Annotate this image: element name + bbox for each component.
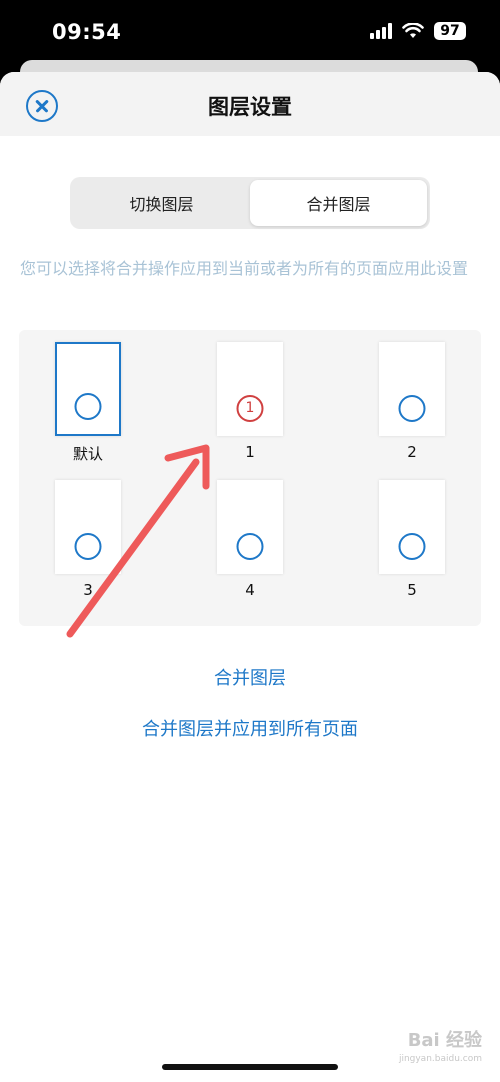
radio-circle-icon bbox=[74, 393, 102, 420]
wifi-icon bbox=[402, 23, 424, 38]
layer-thumbnail bbox=[379, 480, 445, 574]
layer-label: 1 bbox=[245, 443, 255, 461]
status-bar: 09:54 97 bbox=[0, 0, 500, 66]
description-text: 您可以选择将合并操作应用到当前或者为所有的页面应用此设置 bbox=[20, 259, 469, 278]
watermark-url: jingyan.baidu.com bbox=[398, 1054, 482, 1064]
layer-label: 5 bbox=[407, 581, 417, 599]
layer-item-2[interactable]: 2 bbox=[362, 342, 462, 461]
layer-item-5[interactable]: 5 bbox=[362, 480, 462, 599]
page-title: 图层设置 bbox=[208, 95, 292, 119]
layer-thumbnail bbox=[217, 480, 283, 574]
status-time: 09:54 bbox=[52, 20, 122, 44]
layer-settings-sheet: 图层设置 切换图层 合并图层 您可以选择将合并操作应用到当前或者为所有的页面应用… bbox=[0, 72, 500, 1082]
layer-item-3[interactable]: 3 bbox=[38, 480, 138, 599]
sheet-header: 图层设置 bbox=[0, 72, 500, 136]
battery-icon: 97 bbox=[434, 22, 466, 40]
layer-thumbnail bbox=[55, 342, 121, 436]
segmented-control: 切换图层 合并图层 bbox=[70, 177, 430, 229]
layer-label: 4 bbox=[245, 581, 255, 599]
layer-label: 2 bbox=[407, 443, 417, 461]
layer-label: 3 bbox=[83, 581, 93, 599]
layer-grid: 默认 1 1 2 3 4 5 bbox=[19, 330, 481, 626]
layer-label: 默认 bbox=[72, 445, 103, 463]
signal-icon bbox=[370, 23, 392, 39]
radio-circle-icon bbox=[74, 533, 102, 560]
radio-circle-icon bbox=[236, 533, 264, 560]
layer-thumbnail bbox=[379, 342, 445, 436]
home-indicator[interactable] bbox=[162, 1064, 338, 1070]
radio-circle-icon bbox=[398, 533, 426, 560]
watermark-brand: Bai 经验 bbox=[407, 1030, 482, 1051]
status-indicators: 97 bbox=[370, 22, 466, 40]
tab-switch-layer[interactable]: 切换图层 bbox=[73, 180, 250, 226]
merge-all-pages-button[interactable]: 合并图层并应用到所有页面 bbox=[0, 715, 500, 741]
numbered-circle-icon: 1 bbox=[236, 395, 264, 422]
layer-thumbnail: 1 bbox=[217, 342, 283, 436]
radio-circle-icon bbox=[398, 395, 426, 422]
tab-merge-layer[interactable]: 合并图层 bbox=[250, 180, 427, 226]
layer-item-1[interactable]: 1 1 bbox=[200, 342, 300, 461]
layer-item-4[interactable]: 4 bbox=[200, 480, 300, 599]
layer-item-default[interactable]: 默认 bbox=[38, 342, 138, 464]
layer-thumbnail bbox=[55, 480, 121, 574]
watermark: Bai 经验 jingyan.baidu.com bbox=[399, 1032, 482, 1068]
merge-layer-button[interactable]: 合并图层 bbox=[0, 664, 500, 690]
